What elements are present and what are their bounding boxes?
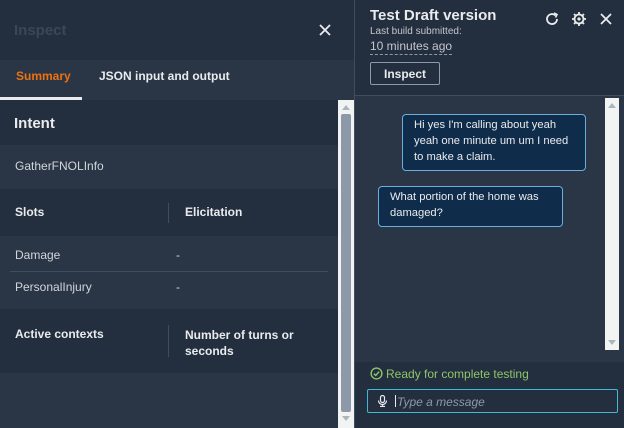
inspect-button[interactable]: Inspect: [370, 62, 440, 85]
active-contexts-header: Active contexts Number of turns or secon…: [0, 309, 338, 373]
intent-heading: Intent: [14, 115, 55, 132]
column-divider: [168, 203, 169, 223]
summary-content: Intent GatherFNOLInfo Slots Elicitation …: [0, 100, 338, 428]
test-panel: Test Draft version Last build submitted:…: [354, 0, 624, 428]
microphone-icon[interactable]: [377, 395, 388, 407]
close-icon[interactable]: [317, 22, 333, 38]
row-divider: [10, 271, 328, 272]
inspect-scrollbar[interactable]: [338, 100, 354, 428]
gear-icon[interactable]: [571, 11, 587, 27]
inspect-title: Inspect: [14, 22, 67, 39]
intent-header: Intent: [0, 100, 338, 145]
user-message: Hi yes I'm calling about yeah yeah one m…: [402, 114, 586, 171]
last-build-label: Last build submitted:: [370, 26, 462, 37]
column-divider: [168, 325, 169, 357]
text-caret: [395, 395, 396, 407]
chat-transcript: Hi yes I'm calling about yeah yeah one m…: [355, 96, 624, 362]
slot-name: Damage: [15, 248, 61, 262]
tab-json-input-output[interactable]: JSON input and output: [99, 69, 230, 83]
active-contexts-column-header: Active contexts: [15, 327, 104, 341]
test-title: Test Draft version: [370, 7, 497, 24]
chat-scrollbar[interactable]: [605, 98, 619, 350]
close-icon[interactable]: [598, 11, 614, 27]
scroll-up-icon[interactable]: [608, 103, 616, 108]
slots-column-header: Slots: [15, 205, 45, 219]
last-build-time[interactable]: 10 minutes ago: [370, 39, 453, 55]
refresh-icon[interactable]: [544, 11, 560, 27]
slot-name: PersonalInjury: [15, 280, 92, 294]
slot-elicitation: -: [176, 248, 180, 262]
tab-summary[interactable]: Summary: [16, 69, 71, 83]
slot-elicitation: -: [176, 280, 180, 294]
bot-message: What portion of the home was damaged?: [378, 186, 563, 227]
inspect-header: Inspect: [0, 0, 354, 60]
scroll-up-icon[interactable]: [342, 105, 350, 110]
test-header: Test Draft version Last build submitted:…: [355, 0, 624, 96]
slots-header: Slots Elicitation: [0, 189, 338, 236]
scroll-down-icon[interactable]: [342, 416, 350, 421]
intent-value: GatherFNOLInfo: [15, 159, 104, 173]
inspect-tabs: Summary JSON input and output: [0, 60, 354, 101]
message-input[interactable]: Type a message: [367, 389, 618, 413]
scroll-down-icon[interactable]: [608, 340, 616, 345]
check-circle-icon: [370, 367, 383, 380]
message-placeholder: Type a message: [397, 395, 485, 409]
turns-column-header: Number of turns or seconds: [185, 328, 294, 358]
status-text: Ready for complete testing: [386, 367, 529, 381]
elicitation-column-header: Elicitation: [185, 205, 243, 219]
inspect-panel: Inspect Summary JSON input and output In…: [0, 0, 354, 428]
scrollbar-thumb[interactable]: [341, 114, 351, 412]
